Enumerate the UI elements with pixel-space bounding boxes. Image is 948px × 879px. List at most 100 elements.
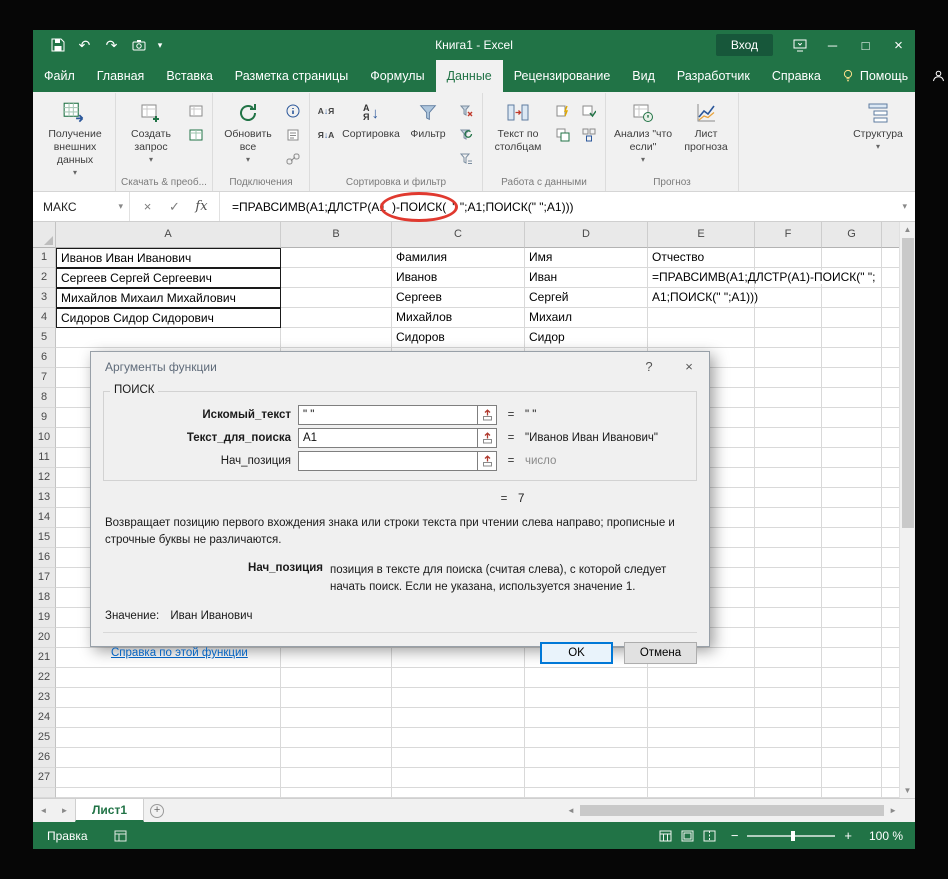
edit-links-button[interactable]: [281, 148, 305, 169]
minimize-button[interactable]: ─: [816, 30, 849, 60]
find-text-input[interactable]: [298, 405, 478, 425]
normal-view-icon[interactable]: [659, 830, 672, 842]
from-table-button[interactable]: [184, 124, 208, 145]
cell-G10[interactable]: [822, 428, 882, 448]
cell-G15[interactable]: [822, 528, 882, 548]
dialog-close-icon[interactable]: ×: [669, 352, 709, 381]
row-header-17[interactable]: 17: [33, 568, 56, 588]
cell-B26[interactable]: [281, 748, 392, 768]
row-header-22[interactable]: 22: [33, 668, 56, 688]
cell-D25[interactable]: [525, 728, 648, 748]
cell-C4[interactable]: Михайлов: [392, 308, 525, 328]
cell-G21[interactable]: [822, 648, 882, 668]
cell-F5[interactable]: [755, 328, 822, 348]
cell-D4[interactable]: Михаил: [525, 308, 648, 328]
collapse-dialog-button[interactable]: [478, 405, 497, 425]
cell-F23[interactable]: [755, 688, 822, 708]
qat-customize-caret-icon[interactable]: ▾: [153, 32, 167, 58]
column-header-E[interactable]: E: [648, 222, 755, 248]
get-external-data-button[interactable]: Получение внешних данных ▾: [38, 94, 112, 178]
tab-developer[interactable]: Разработчик: [666, 60, 761, 92]
cell-E2[interactable]: =ПРАВСИМВ(A1;ДЛСТР(A1)-ПОИСК(" ";: [648, 268, 755, 288]
scroll-up-icon[interactable]: ▲: [904, 225, 912, 234]
row-header-14[interactable]: 14: [33, 508, 56, 528]
row-header-16[interactable]: 16: [33, 548, 56, 568]
cell-C28[interactable]: [392, 788, 525, 798]
row-header-27[interactable]: 27: [33, 768, 56, 788]
cell-F28[interactable]: [755, 788, 822, 798]
cell-F4[interactable]: [755, 308, 822, 328]
macro-record-icon[interactable]: [114, 830, 127, 842]
cell-E3[interactable]: A1;ПОИСК(" ";A1))): [648, 288, 755, 308]
cell-G22[interactable]: [822, 668, 882, 688]
cell-G24[interactable]: [822, 708, 882, 728]
sort-za-button[interactable]: Я↓А: [314, 124, 338, 145]
maximize-button[interactable]: □: [849, 30, 882, 60]
zoom-slider[interactable]: [747, 835, 835, 837]
cell-B3[interactable]: [281, 288, 392, 308]
share-button[interactable]: Поделиться: [918, 60, 948, 92]
cell-D2[interactable]: Иван: [525, 268, 648, 288]
name-box[interactable]: МАКС ▾: [33, 192, 130, 221]
cell-G13[interactable]: [822, 488, 882, 508]
column-header-C[interactable]: C: [392, 222, 525, 248]
cell-F10[interactable]: [755, 428, 822, 448]
cell-G18[interactable]: [822, 588, 882, 608]
cell-E4[interactable]: [648, 308, 755, 328]
zoom-level[interactable]: 100 %: [861, 829, 903, 843]
cell-G19[interactable]: [822, 608, 882, 628]
cell-F12[interactable]: [755, 468, 822, 488]
remove-duplicates-button[interactable]: [551, 124, 575, 145]
add-sheet-button[interactable]: +: [144, 799, 170, 822]
row-header-25[interactable]: 25: [33, 728, 56, 748]
properties-button[interactable]: [281, 124, 305, 145]
refresh-all-button[interactable]: Обновить все ▾: [216, 94, 280, 175]
cell-E27[interactable]: [648, 768, 755, 788]
tab-page-layout[interactable]: Разметка страницы: [224, 60, 359, 92]
row-header-6[interactable]: 6: [33, 348, 56, 368]
cell-G12[interactable]: [822, 468, 882, 488]
ribbon-display-options-icon[interactable]: [783, 30, 816, 60]
cell-D1[interactable]: Имя: [525, 248, 648, 268]
cell-F13[interactable]: [755, 488, 822, 508]
cell-F7[interactable]: [755, 368, 822, 388]
cell-F11[interactable]: [755, 448, 822, 468]
cell-G3[interactable]: [822, 288, 882, 308]
cell-E5[interactable]: [648, 328, 755, 348]
start-num-input[interactable]: [298, 451, 478, 471]
cell-G1[interactable]: [822, 248, 882, 268]
cell-B25[interactable]: [281, 728, 392, 748]
cell-F25[interactable]: [755, 728, 822, 748]
vertical-scroll-thumb[interactable]: [902, 238, 914, 528]
data-validation-button[interactable]: [577, 100, 601, 121]
sort-az-button[interactable]: А↓Я: [314, 100, 338, 121]
row-header-24[interactable]: 24: [33, 708, 56, 728]
cell-A24[interactable]: [56, 708, 281, 728]
cell-F18[interactable]: [755, 588, 822, 608]
cell-G5[interactable]: [822, 328, 882, 348]
cell-G28[interactable]: [822, 788, 882, 798]
redo-icon[interactable]: ↷: [99, 32, 124, 58]
cell-G14[interactable]: [822, 508, 882, 528]
sheet-nav-left-icon[interactable]: ◄: [33, 799, 54, 822]
row-header-12[interactable]: 12: [33, 468, 56, 488]
row-header-15[interactable]: 15: [33, 528, 56, 548]
cell-A5[interactable]: [56, 328, 281, 348]
cell-E1[interactable]: Отчество: [648, 248, 755, 268]
cell-F22[interactable]: [755, 668, 822, 688]
row-header-19[interactable]: 19: [33, 608, 56, 628]
zoom-slider-thumb[interactable]: [791, 831, 795, 841]
cell-A26[interactable]: [56, 748, 281, 768]
show-queries-button[interactable]: [184, 100, 208, 121]
cell-E26[interactable]: [648, 748, 755, 768]
row-header-11[interactable]: 11: [33, 448, 56, 468]
cell-E25[interactable]: [648, 728, 755, 748]
cell-F19[interactable]: [755, 608, 822, 628]
hscroll-right-icon[interactable]: ►: [889, 806, 897, 815]
column-header-F[interactable]: F: [755, 222, 822, 248]
cell-G16[interactable]: [822, 548, 882, 568]
cancel-formula-button[interactable]: ×: [134, 199, 161, 214]
cell-G20[interactable]: [822, 628, 882, 648]
undo-icon[interactable]: ↶: [72, 32, 97, 58]
cell-A23[interactable]: [56, 688, 281, 708]
